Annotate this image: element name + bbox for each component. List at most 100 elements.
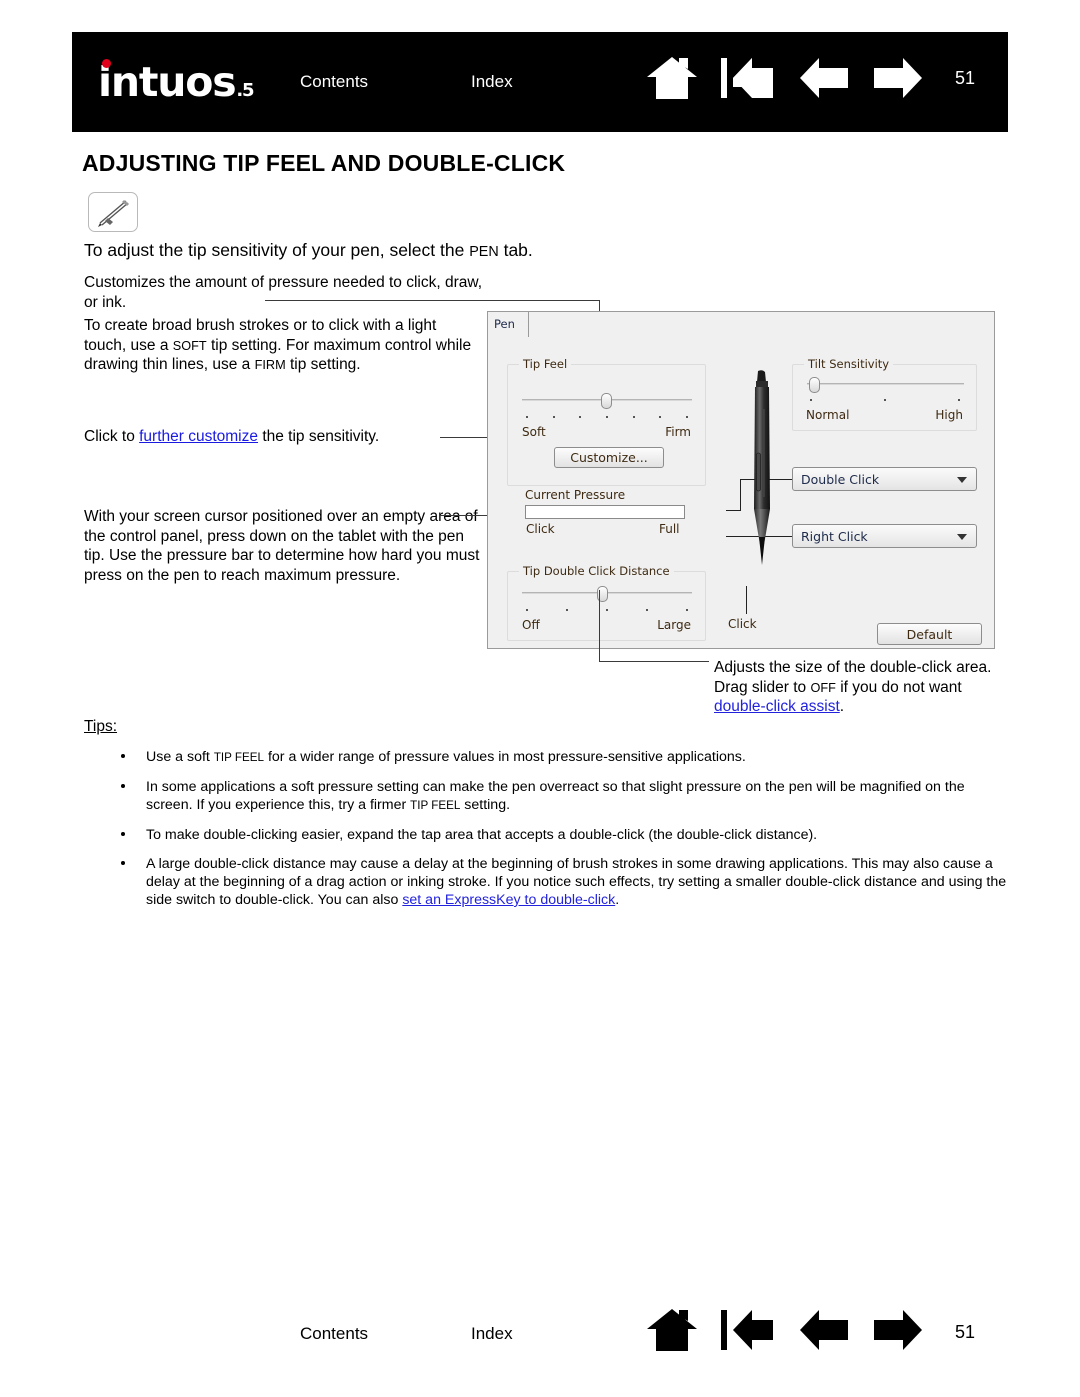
list-item: To make double-clicking easier, expand t… <box>112 826 1012 844</box>
tdc-max-label: Large <box>657 618 691 632</box>
header-page-number: 51 <box>955 67 976 88</box>
list-item: A large double-click distance may cause … <box>112 855 1012 909</box>
dropdown-right-click[interactable]: Right Click <box>792 524 977 548</box>
tick <box>526 416 528 418</box>
tip-feel-min-label: Soft <box>522 425 546 439</box>
previous-page-icon[interactable] <box>795 55 851 101</box>
pen-leader-double-click-h2 <box>726 510 741 511</box>
intro-smallcaps: PEN <box>469 244 499 260</box>
footer-contents-link[interactable]: Contents <box>300 1324 368 1344</box>
footer-nav-icons: 51 <box>645 1307 975 1358</box>
tick <box>659 416 662 418</box>
intro-text-before: To adjust the tip sensitivity of your pe… <box>84 240 470 260</box>
pen-control-panel: Pen Tip Feel Soft Firm Customize... Curr… <box>487 311 995 649</box>
tip-text-0: Use a soft TIP FEEL for a wider range of… <box>146 749 746 765</box>
tick <box>646 609 648 611</box>
logo-version: .5 <box>236 79 254 101</box>
further-customize-link[interactable]: further customize <box>139 428 258 445</box>
pen-leader-click-v <box>746 586 747 614</box>
tip-text: for a wider range of pressure values in … <box>264 749 746 765</box>
chevron-down-icon <box>957 477 967 483</box>
dropdown-double-click-value: Double Click <box>801 472 880 487</box>
intro-sentence: To adjust the tip sensitivity of your pe… <box>84 240 533 261</box>
leader-line-pressure-amount <box>265 300 600 301</box>
bullet-icon <box>121 754 125 758</box>
tick <box>526 609 528 611</box>
leader-line-tdc-down <box>599 590 600 662</box>
page-title: ADJUSTING TIP FEEL AND DOUBLE-CLICK <box>82 150 566 176</box>
tick <box>810 399 812 401</box>
tip-feel-ticks <box>526 416 688 418</box>
intro-text-after: tab. <box>498 240 533 260</box>
dropdown-double-click[interactable]: Double Click <box>792 467 977 491</box>
tips-heading: Tips: <box>84 718 118 735</box>
default-button[interactable]: Default <box>877 623 982 645</box>
tab-pen[interactable]: Pen <box>487 311 529 337</box>
tilt-slider-thumb[interactable] <box>809 377 820 393</box>
tip-smallcaps: TIP FEEL <box>213 751 265 764</box>
tilt-slider-track <box>807 383 964 385</box>
tick <box>632 416 635 418</box>
tdc-ticks <box>526 609 688 611</box>
tips-list: Use a soft TIP FEEL for a wider range of… <box>112 748 1012 920</box>
home-icon[interactable] <box>645 55 699 101</box>
tick <box>958 399 960 401</box>
tip-text-3: A large double-click distance may cause … <box>146 856 1006 908</box>
stylus-pen-illustration <box>745 369 779 584</box>
logo-red-dot <box>102 58 111 68</box>
tick <box>579 416 582 418</box>
callout-tip-sensitivity: the tip sensitivity. <box>258 428 380 445</box>
callout-further-customize: Click to further customize the tip sensi… <box>84 427 484 447</box>
tdc-slider[interactable] <box>522 586 692 602</box>
footer-index-link[interactable]: Index <box>471 1324 513 1344</box>
list-item: In some applications a soft pressure set… <box>112 778 1012 815</box>
list-item: Use a soft TIP FEEL for a wider range of… <box>112 748 1012 767</box>
tip-text-2: To make double-clicking easier, expand t… <box>146 827 817 843</box>
tick <box>686 609 688 611</box>
group-tip-feel-title: Tip Feel <box>519 357 572 371</box>
pen-tool-icon <box>88 192 138 232</box>
double-click-assist-link[interactable]: double-click assist <box>714 698 840 715</box>
current-pressure-bar <box>525 505 685 519</box>
callout-soft-smallcaps: SOFT <box>172 337 207 353</box>
footer-page-number: 51 <box>955 1322 976 1342</box>
next-page-icon[interactable] <box>871 55 927 101</box>
group-tilt-title: Tilt Sensitivity <box>804 357 894 371</box>
callout-tip-setting-c: tip setting. <box>285 356 361 373</box>
header-contents-link[interactable]: Contents <box>300 72 368 92</box>
tip-text: Use a soft <box>146 749 214 765</box>
tilt-slider[interactable] <box>807 377 964 393</box>
go-to-start-icon[interactable] <box>719 1307 775 1358</box>
group-tip-double-click-distance: Tip Double Click Distance Off Large <box>507 564 706 641</box>
tilt-min-label: Normal <box>806 408 850 422</box>
current-pressure-max-label: Full <box>659 522 680 536</box>
right-note-off-smallcaps: OFF <box>810 679 836 695</box>
intuos-logo: intuos .5 <box>98 58 255 103</box>
home-icon[interactable] <box>645 1307 699 1358</box>
next-page-icon[interactable] <box>871 1307 927 1358</box>
group-tip-feel: Tip Feel Soft Firm Customize... <box>507 357 706 486</box>
previous-page-icon[interactable] <box>795 1307 851 1358</box>
dropdown-right-click-value: Right Click <box>801 529 868 544</box>
tip-text: setting. <box>460 797 511 813</box>
group-tdc-title: Tip Double Click Distance <box>519 564 674 578</box>
callout-double-click-area: Adjusts the size of the double-click are… <box>714 658 1014 717</box>
customize-button[interactable]: Customize... <box>554 447 664 468</box>
tilt-ticks <box>810 399 960 401</box>
control-panel-body: Tip Feel Soft Firm Customize... Current … <box>488 338 994 648</box>
chevron-down-icon <box>957 534 967 540</box>
callout-tip-setting: To create broad brush strokes or to clic… <box>84 316 474 375</box>
tick <box>566 609 568 611</box>
tip-feel-slider[interactable] <box>522 393 692 409</box>
go-to-start-icon[interactable] <box>719 55 775 101</box>
tip-feel-slider-thumb[interactable] <box>601 393 612 409</box>
tick <box>685 416 688 418</box>
tick <box>605 416 608 418</box>
leader-line-tdc-to-note <box>599 661 709 662</box>
header-index-link[interactable]: Index <box>471 72 513 92</box>
tip-link[interactable]: set an ExpressKey to double-click <box>402 892 615 908</box>
tip-text: To make double-clicking easier, expand t… <box>146 827 818 843</box>
bullet-icon <box>121 861 125 865</box>
leader-line-pressure-bar <box>440 515 488 516</box>
tick <box>606 609 608 611</box>
